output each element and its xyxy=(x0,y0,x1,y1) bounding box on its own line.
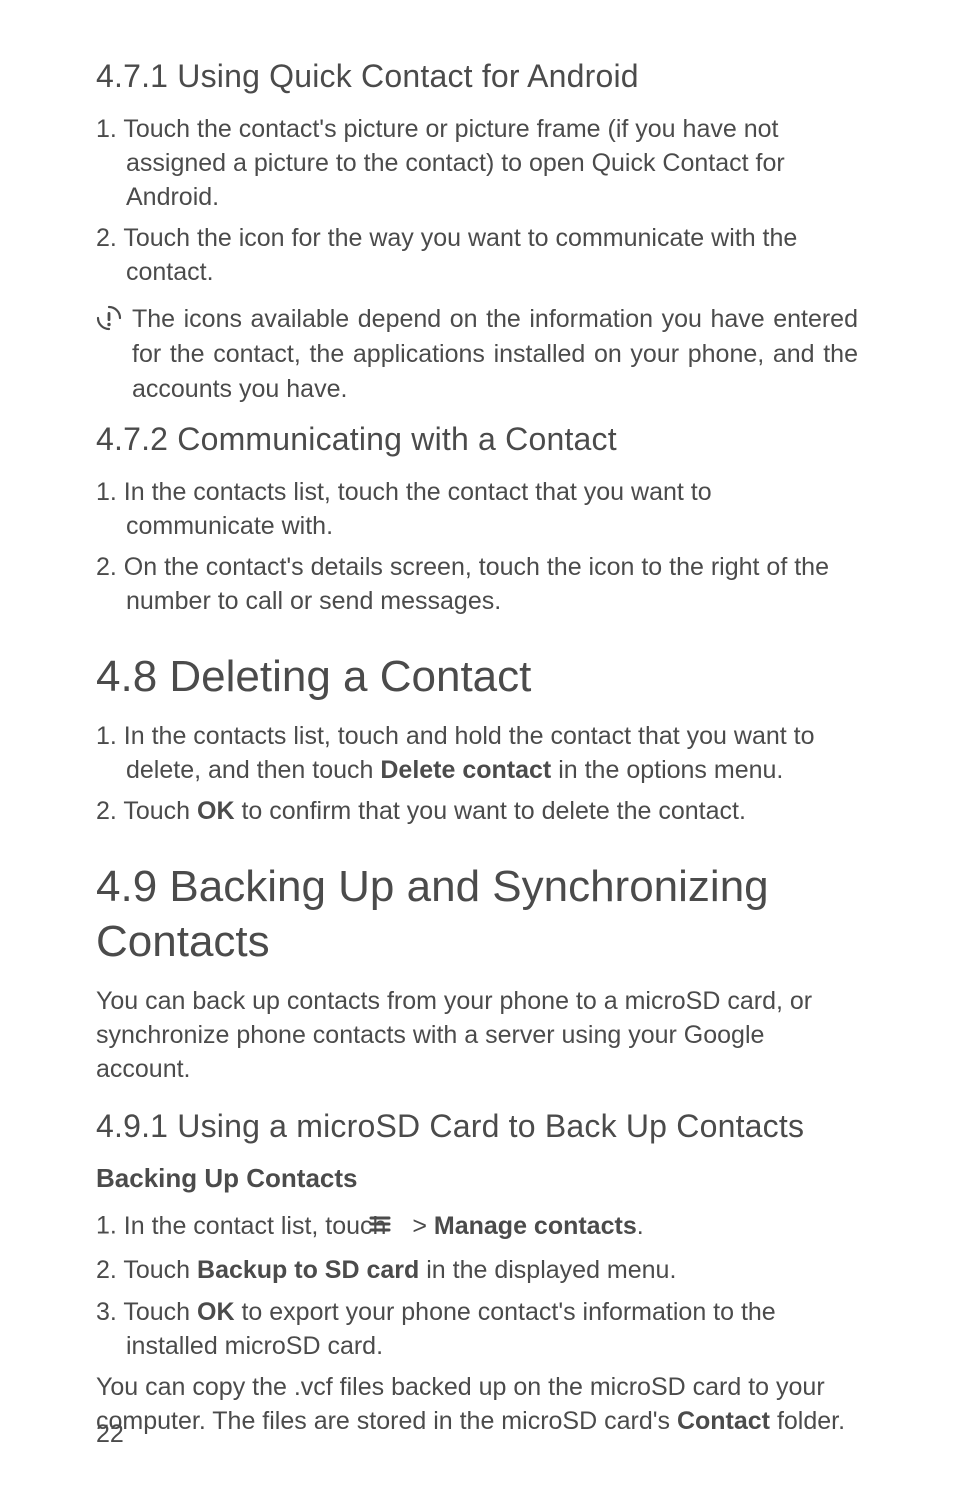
info-icon xyxy=(96,305,122,336)
heading-4-7-2: 4.7.2 Communicating with a Contact xyxy=(96,421,858,458)
list-item: 1. In the contacts list, touch the conta… xyxy=(96,476,858,544)
list-item: 2. Touch the icon for the way you want t… xyxy=(96,222,858,290)
heading-4-7-1: 4.7.1 Using Quick Contact for Android xyxy=(96,58,858,95)
list-text: Touch Backup to SD card in the displayed… xyxy=(123,1256,676,1284)
list-text: Touch OK to export your phone contact's … xyxy=(123,1298,775,1360)
list-text: Touch OK to confirm that you want to del… xyxy=(123,797,746,825)
list-number: 1. xyxy=(96,722,124,750)
list-text: On the contact's details screen, touch t… xyxy=(124,553,829,615)
list-number: 2. xyxy=(96,553,124,581)
subheading-backing-up: Backing Up Contacts xyxy=(96,1163,858,1194)
heading-4-9: 4.9 Backing Up and Synchronizing Contact… xyxy=(96,859,858,969)
list-item: 3. Touch OK to export your phone contact… xyxy=(96,1296,858,1364)
note-text: The icons available depend on the inform… xyxy=(132,302,858,407)
list-number: 1. xyxy=(96,1212,124,1240)
list-item: 1. In the contact list, touch > Manage c… xyxy=(96,1208,858,1246)
list-item: 1. Touch the contact's picture or pictur… xyxy=(96,113,858,214)
list-text: Touch the icon for the way you want to c… xyxy=(123,224,797,286)
paragraph: You can back up contacts from your phone… xyxy=(96,985,858,1086)
list-item: 2. Touch Backup to SD card in the displa… xyxy=(96,1254,858,1288)
list-number: 2. xyxy=(96,224,123,252)
note: The icons available depend on the inform… xyxy=(96,302,858,407)
list-number: 1. xyxy=(96,115,123,143)
list-number: 2. xyxy=(96,797,123,825)
list-item: 2. Touch OK to confirm that you want to … xyxy=(96,795,858,829)
page-number: 22 xyxy=(96,1420,124,1449)
list-item: 2. On the contact's details screen, touc… xyxy=(96,551,858,619)
list-text: Touch the contact's picture or picture f… xyxy=(123,115,784,211)
list-text: In the contacts list, touch the contact … xyxy=(124,478,712,540)
list-number: 2. xyxy=(96,1256,123,1284)
list-item: 1. In the contacts list, touch and hold … xyxy=(96,720,858,788)
heading-4-8: 4.8 Deleting a Contact xyxy=(96,649,858,704)
list-text: In the contacts list, touch and hold the… xyxy=(124,722,815,784)
list-number: 3. xyxy=(96,1298,123,1326)
heading-4-9-1: 4.9.1 Using a microSD Card to Back Up Co… xyxy=(96,1108,858,1145)
list-number: 1. xyxy=(96,478,124,506)
list-text: In the contact list, touch > Manage cont… xyxy=(124,1212,644,1240)
manual-page: 4.7.1 Using Quick Contact for Android 1.… xyxy=(0,0,954,1487)
